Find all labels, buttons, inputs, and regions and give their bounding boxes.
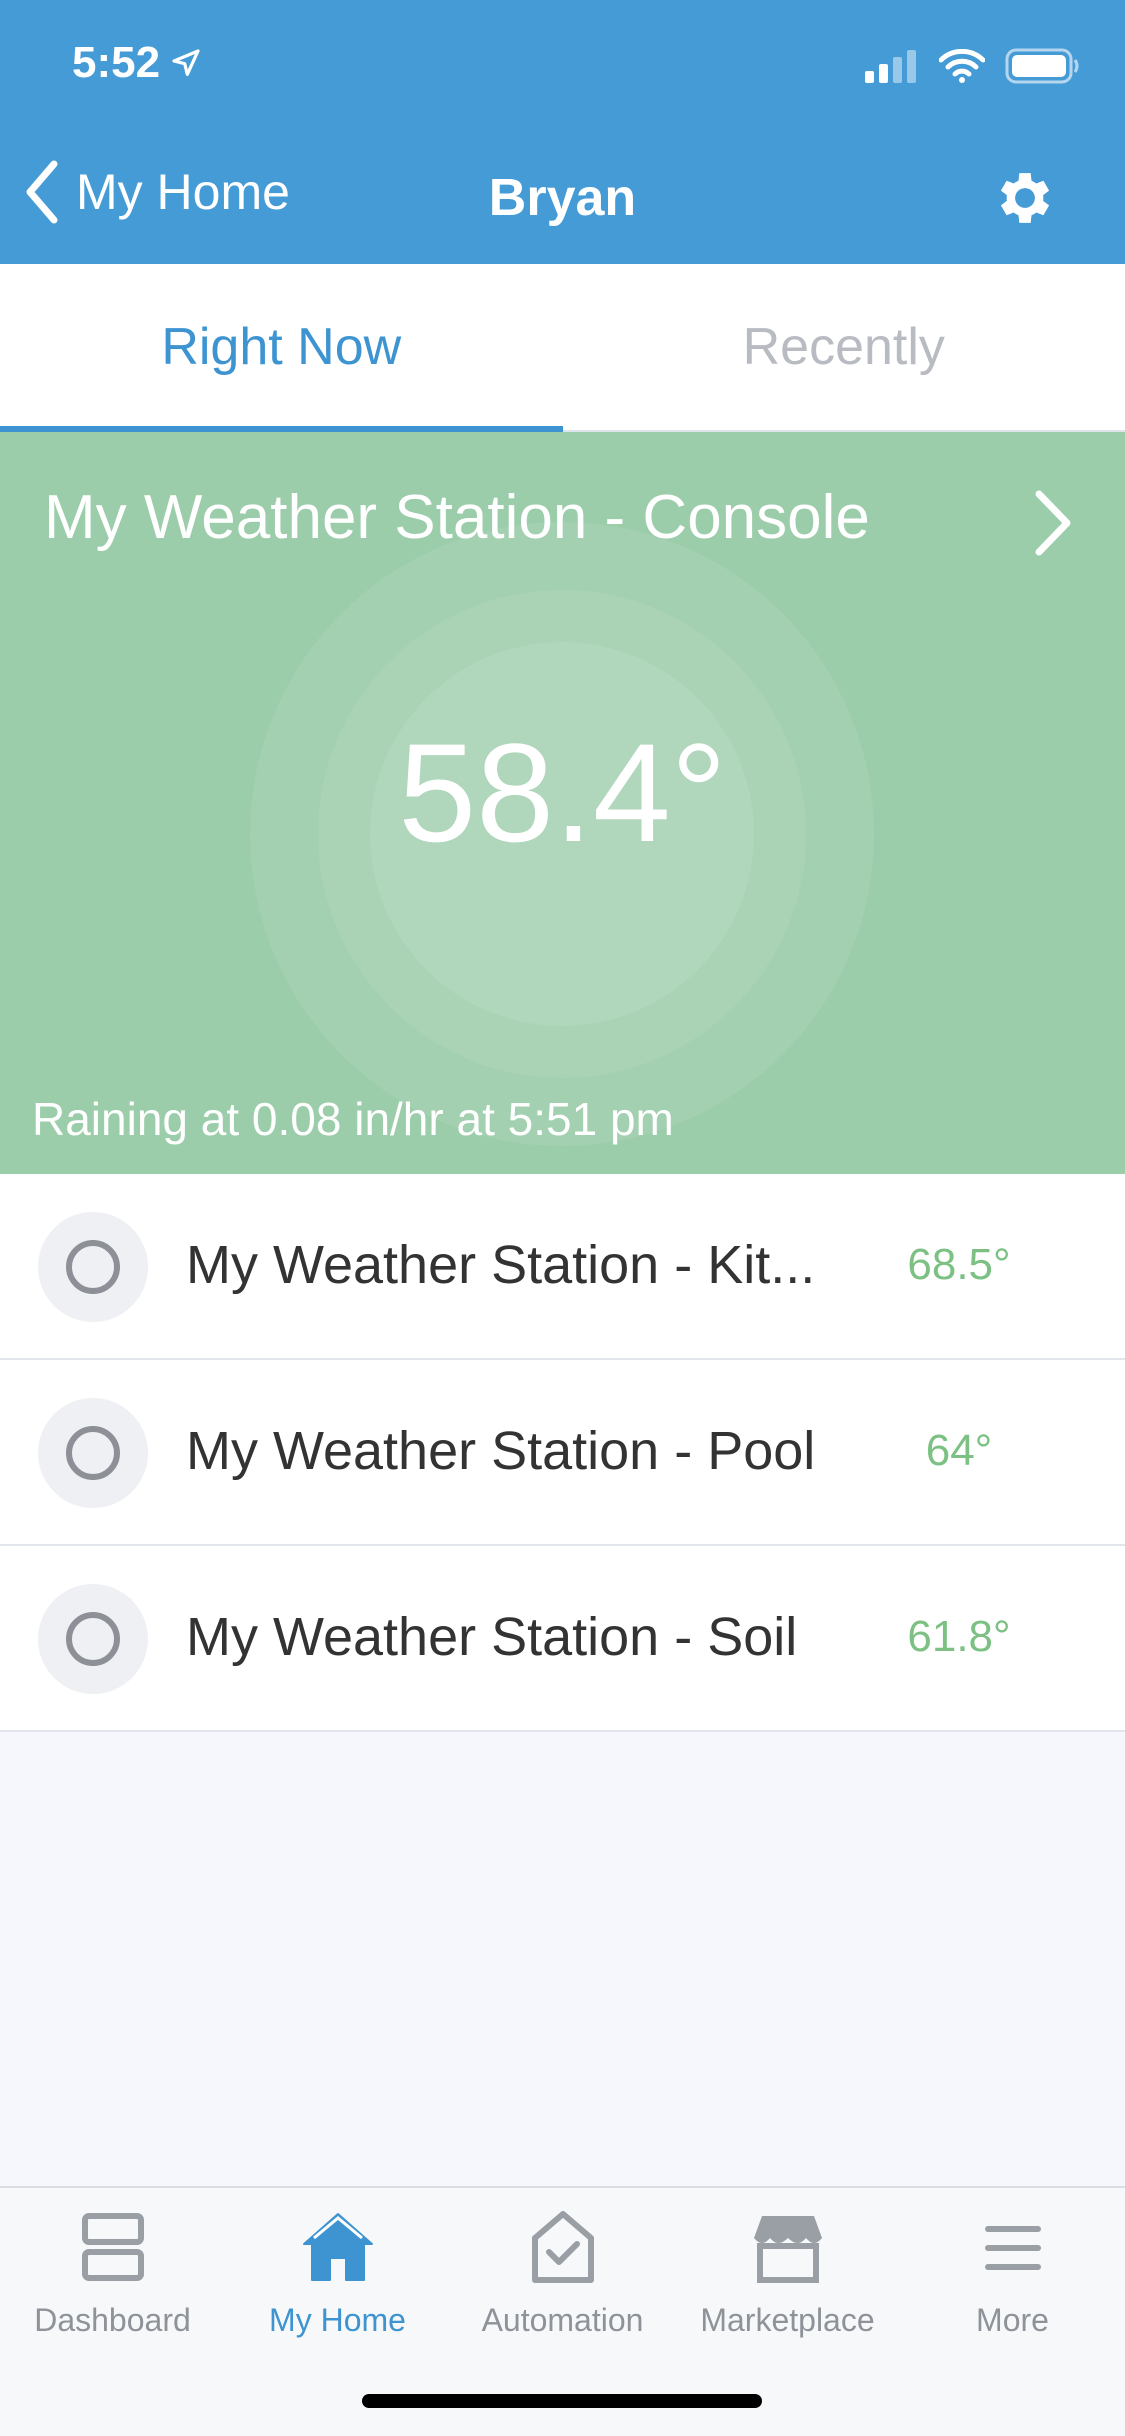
device-row-pool[interactable]: My Weather Station - Pool 64° xyxy=(0,1360,1125,1546)
console-temperature: 58.4° xyxy=(398,714,727,871)
chevron-right-icon[interactable] xyxy=(1029,488,1077,558)
home-icon xyxy=(302,2213,373,2281)
status-bar-time-group: 5:52 xyxy=(72,38,202,88)
device-icon-background xyxy=(38,1584,148,1694)
device-name: My Weather Station - Soil xyxy=(186,1607,798,1667)
location-arrow-icon xyxy=(172,49,200,76)
status-time: 5:52 xyxy=(72,38,161,87)
console-title: My Weather Station - Console xyxy=(44,483,870,552)
wifi-icon xyxy=(939,49,985,83)
chevron-left-icon xyxy=(26,160,58,224)
console-status: Raining at 0.08 in/hr at 5:51 pm xyxy=(32,1093,674,1145)
nav-dashboard[interactable]: Dashboard xyxy=(0,2208,225,2339)
top-bar: 5:52 My Home Bryan xyxy=(0,0,1125,264)
device-icon-background xyxy=(38,1398,148,1508)
device-temperature: 64° xyxy=(925,1426,993,1475)
tab-bar: Right Now Recently xyxy=(0,264,1125,432)
nav-label: My Home xyxy=(269,2302,406,2338)
console-card[interactable]: My Weather Station - Console 58.4° Raini… xyxy=(0,432,1125,1174)
nav-automation[interactable]: Automation xyxy=(450,2208,675,2339)
nav-marketplace[interactable]: Marketplace xyxy=(675,2208,900,2339)
status-indicators xyxy=(863,48,1081,84)
nav-my-home[interactable]: My Home xyxy=(225,2208,450,2339)
circle-status-icon xyxy=(66,1612,120,1666)
dashboard-icon xyxy=(81,2213,144,2281)
automation-icon xyxy=(531,2211,594,2283)
device-row-kitchen[interactable]: My Weather Station - Kit... 68.5° xyxy=(0,1174,1125,1360)
nav-more[interactable]: More xyxy=(900,2208,1125,2339)
device-name: My Weather Station - Kit... xyxy=(186,1235,816,1295)
device-temperature: 61.8° xyxy=(907,1612,1011,1661)
nav-label: More xyxy=(976,2302,1049,2338)
gear-icon[interactable] xyxy=(991,164,1059,232)
device-icon-background xyxy=(38,1212,148,1322)
tab-right-now[interactable]: Right Now xyxy=(0,264,563,432)
nav-label: Dashboard xyxy=(34,2302,191,2338)
tab-recently[interactable]: Recently xyxy=(563,264,1125,430)
marketplace-icon xyxy=(753,2216,822,2283)
device-row-soil[interactable]: My Weather Station - Soil 61.8° xyxy=(0,1546,1125,1732)
signal-icon xyxy=(865,50,916,83)
nav-label: Marketplace xyxy=(700,2302,875,2338)
nav-label: Automation xyxy=(481,2302,644,2338)
menu-icon xyxy=(984,2226,1041,2270)
back-button[interactable]: My Home xyxy=(22,160,290,224)
battery-icon xyxy=(1005,48,1079,84)
device-list: My Weather Station - Kit... 68.5° My Wea… xyxy=(0,1174,1125,1732)
device-temperature: 68.5° xyxy=(907,1240,1011,1289)
device-name: My Weather Station - Pool xyxy=(186,1421,816,1481)
back-label: My Home xyxy=(76,164,290,220)
home-indicator[interactable] xyxy=(362,2394,762,2408)
circle-status-icon xyxy=(66,1240,120,1294)
circle-status-icon xyxy=(66,1426,120,1480)
